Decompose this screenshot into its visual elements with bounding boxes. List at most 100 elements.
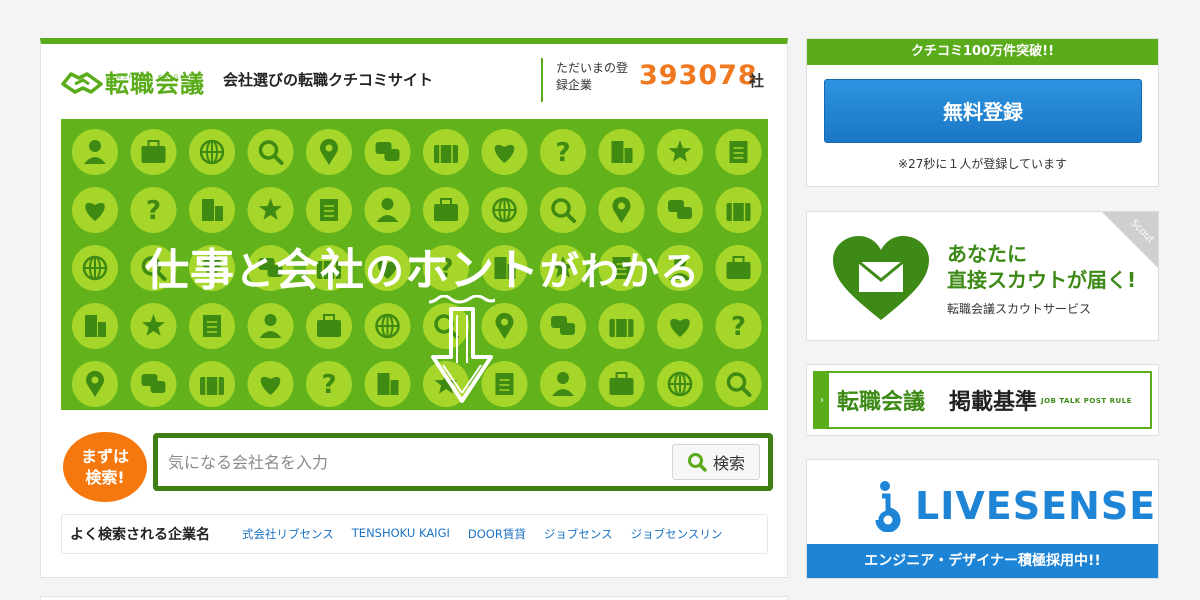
registered-label: ただいまの登録企業 [556,61,629,92]
popular-link[interactable]: ジョブセンスリン [631,526,723,542]
person-icon [364,187,411,233]
divider [541,58,543,102]
chat-icon [130,361,177,407]
livesense-text: LIVESENSE [915,484,1157,528]
svg-text:?: ? [321,370,336,400]
chat-icon [657,187,703,233]
registered-unit: 社 [749,72,765,90]
down-arrow-icon [429,295,495,403]
building-icon [364,361,411,407]
suitcase-icon [715,187,762,233]
livesense-mark-icon [875,481,901,532]
heart-mail-icon [833,236,929,320]
question-icon: ? [715,303,762,349]
search-button-label: 検索 [712,454,745,473]
posting-criteria-banner[interactable]: › 転職会議 掲載基準 JOB TALK POST RULE [806,364,1159,436]
criteria-english: JOB TALK POST RULE [1041,397,1132,405]
popular-link[interactable]: ジョブセンス [544,526,613,542]
chat-icon [540,303,586,349]
handshake-icon [61,71,103,94]
heart-icon [657,303,703,349]
suitcase-icon [423,129,469,175]
search-icon [540,187,586,233]
popular-label: よく検索される企業名 [70,527,210,543]
question-icon: ? [540,129,586,175]
globe-icon [657,361,703,407]
headline-part: ホント [405,245,541,296]
livesense-banner[interactable]: LIVESENSE エンジニア・デザイナー積極採用中!! [806,459,1159,579]
document-icon [306,187,352,233]
briefcase-icon [306,303,352,349]
chat-icon [364,129,411,175]
scout-subtitle: 転職会議スカウトサービス [947,302,1092,316]
search-input[interactable] [168,446,658,478]
search-icon [715,361,762,407]
headline-part: と [235,250,276,295]
free-register-button[interactable]: 無料登録 [824,79,1142,143]
scout-line1: あなたに [947,242,1027,266]
logo[interactable]: 転職会議 [61,64,205,99]
registered-count: 393078 [639,60,758,91]
badge-text: まずは 検索! [80,447,129,487]
popular-links: 式会社リブセンス TENSHOKU KAIGI DOOR賃貸 ジョブセンス ジョ… [242,526,722,542]
headline-part: 仕事 [145,245,235,296]
reviews-banner: クチコミ100万件突破!! [807,39,1158,65]
briefcase-icon [130,129,177,175]
next-section-edge [40,596,788,600]
headline-part: がわかる [540,250,701,295]
pin-icon [306,129,352,175]
popular-link[interactable]: 式会社リブセンス [242,526,334,542]
pin-icon [72,361,118,407]
pin-icon [598,187,645,233]
building-icon [598,129,645,175]
briefcase-icon [715,245,762,291]
heart-icon [481,129,528,175]
heart-icon [247,361,294,407]
search-icon [247,129,294,175]
search-button[interactable]: 検索 [672,444,760,480]
livesense-logo: LIVESENSE [871,480,1156,532]
hero-banner: ????? 仕事と会社のホントがわかる [61,119,768,410]
main-card: 転職会議 TENSHOKU KAIGI 会社選びの転職クチコミサイト ただいまの… [40,38,788,578]
headline-part: の [365,250,406,295]
svg-text:?: ? [555,138,570,168]
document-icon [715,129,762,175]
search-first-badge: まずは 検索! [63,432,147,502]
person-icon [540,361,586,407]
popular-link[interactable]: TENSHOKU KAIGI [352,526,450,542]
recruiting-banner: エンジニア・デザイナー積極採用中!! [807,544,1158,578]
document-icon [189,303,235,349]
suitcase-icon [189,361,235,407]
criteria-title: 転職会議 [837,390,926,415]
question-icon: ? [306,361,352,407]
briefcase-icon [423,187,469,233]
globe-icon [189,129,235,175]
globe-icon [72,245,118,291]
person-icon [247,303,294,349]
criteria-frame: › 転職会議 掲載基準 JOB TALK POST RULE [813,371,1152,429]
star-icon [657,129,703,175]
criteria-title-2: 掲載基準 [949,390,1038,415]
header: 転職会議 TENSHOKU KAIGI 会社選びの転職クチコミサイト ただいまの… [41,44,787,118]
hero-headline: 仕事と会社のホントがわかる [145,234,700,298]
register-panel: クチコミ100万件突破!! 無料登録 ※27秒に１人が登録しています [806,38,1159,187]
register-note: ※27秒に１人が登録しています [898,157,1067,171]
search-box: 検索 [153,433,773,491]
popular-companies: よく検索される企業名 式会社リブセンス TENSHOKU KAIGI DOOR賃… [61,514,768,554]
building-icon [189,187,235,233]
person-icon [72,129,118,175]
tagline: 会社選びの転職クチコミサイト [223,71,434,89]
star-icon [130,303,177,349]
chevron-right-icon: › [815,373,829,427]
briefcase-icon [598,361,645,407]
scout-banner[interactable]: あなたに 直接スカウトが届く! 転職会議スカウトサービス Scout [806,211,1159,341]
logo-subtitle: TENSHOKU KAIGI [105,74,185,81]
globe-icon [364,303,411,349]
star-icon [247,187,294,233]
globe-icon [481,187,528,233]
search-icon [687,452,707,472]
heart-icon [72,187,118,233]
popular-link[interactable]: DOOR賃貸 [468,526,526,542]
question-icon: ? [130,187,177,233]
svg-text:?: ? [146,196,161,226]
